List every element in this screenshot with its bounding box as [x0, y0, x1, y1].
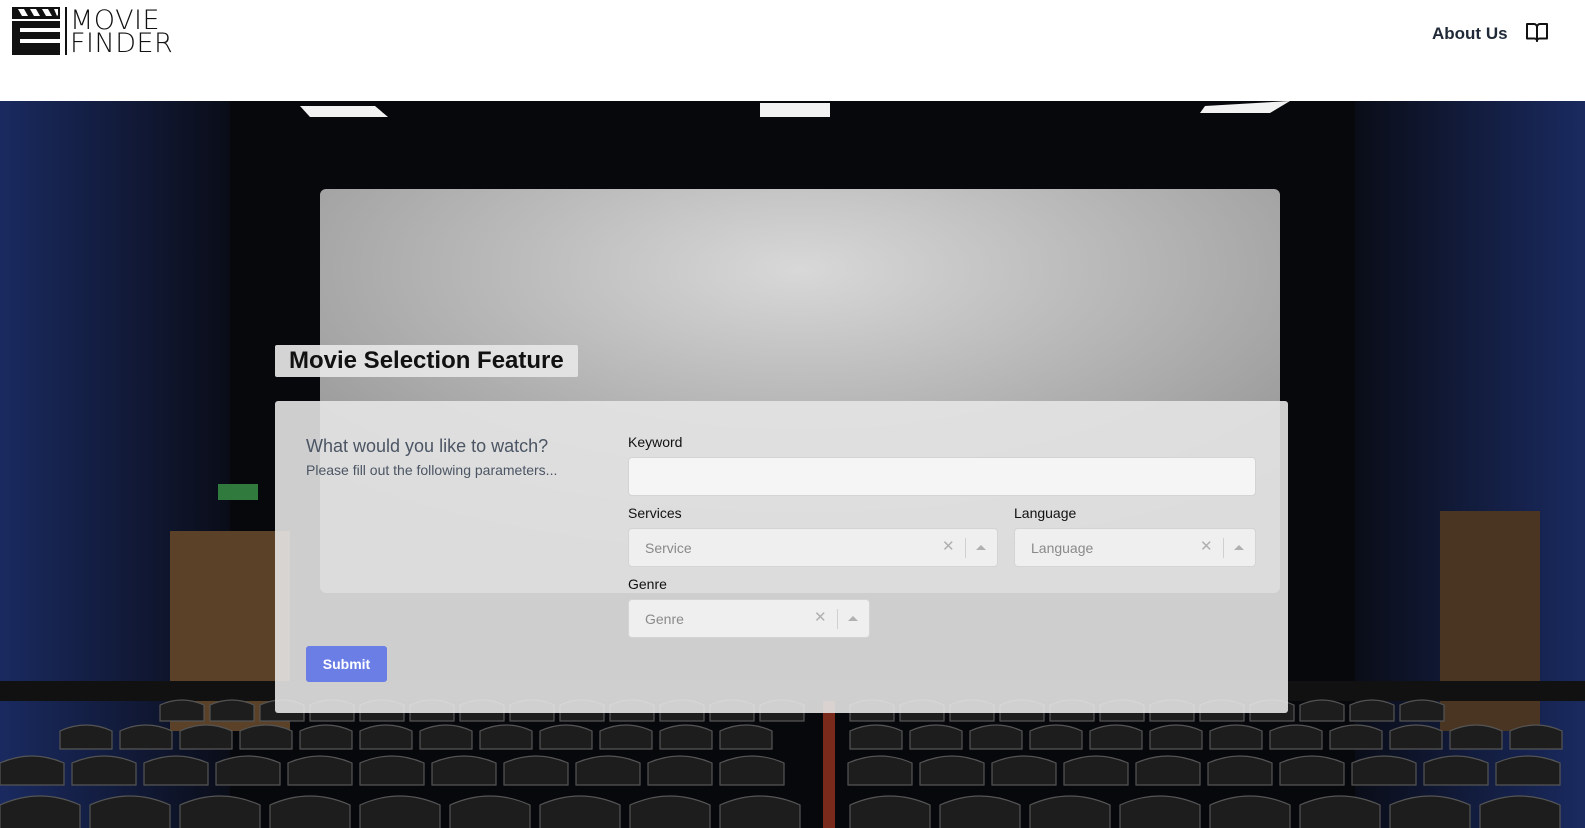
book-icon[interactable]	[1525, 20, 1549, 44]
chevron-up-icon[interactable]	[1234, 545, 1244, 550]
chevron-up-icon[interactable]	[976, 545, 986, 550]
movie-search-form: What would you like to watch? Please fil…	[275, 401, 1288, 713]
select-divider	[965, 538, 966, 558]
logo[interactable]: MOVIE FINDER	[12, 7, 173, 57]
services-label: Services	[628, 505, 682, 521]
genre-label: Genre	[628, 576, 667, 592]
select-divider	[1223, 538, 1224, 558]
clapperboard-icon	[12, 7, 60, 55]
close-icon[interactable]: ✕	[814, 609, 827, 627]
keyword-label: Keyword	[628, 434, 683, 450]
services-placeholder: Service	[645, 540, 692, 556]
logo-text: MOVIE FINDER	[70, 7, 174, 59]
keyword-input[interactable]	[628, 457, 1256, 496]
about-us-link[interactable]: About Us	[1432, 24, 1508, 44]
language-placeholder: Language	[1031, 540, 1094, 556]
genre-select[interactable]: Genre ✕	[628, 599, 870, 638]
form-description: Please fill out the following parameters…	[306, 462, 558, 478]
top-navbar: MOVIE FINDER About Us	[0, 0, 1585, 101]
language-select[interactable]: Language ✕	[1014, 528, 1256, 567]
language-label: Language	[1014, 505, 1077, 521]
submit-button[interactable]: Submit	[306, 646, 387, 682]
genre-placeholder: Genre	[645, 611, 684, 627]
chevron-up-icon[interactable]	[848, 616, 858, 621]
logo-divider	[65, 7, 67, 55]
page-title: Movie Selection Feature	[289, 347, 564, 374]
close-icon[interactable]: ✕	[942, 538, 955, 556]
logo-line-2: FINDER	[70, 28, 174, 59]
close-icon[interactable]: ✕	[1200, 538, 1213, 556]
page-title-box: Movie Selection Feature	[275, 345, 578, 377]
select-divider	[837, 609, 838, 629]
services-select[interactable]: Service ✕	[628, 528, 998, 567]
form-heading: What would you like to watch?	[306, 436, 549, 456]
